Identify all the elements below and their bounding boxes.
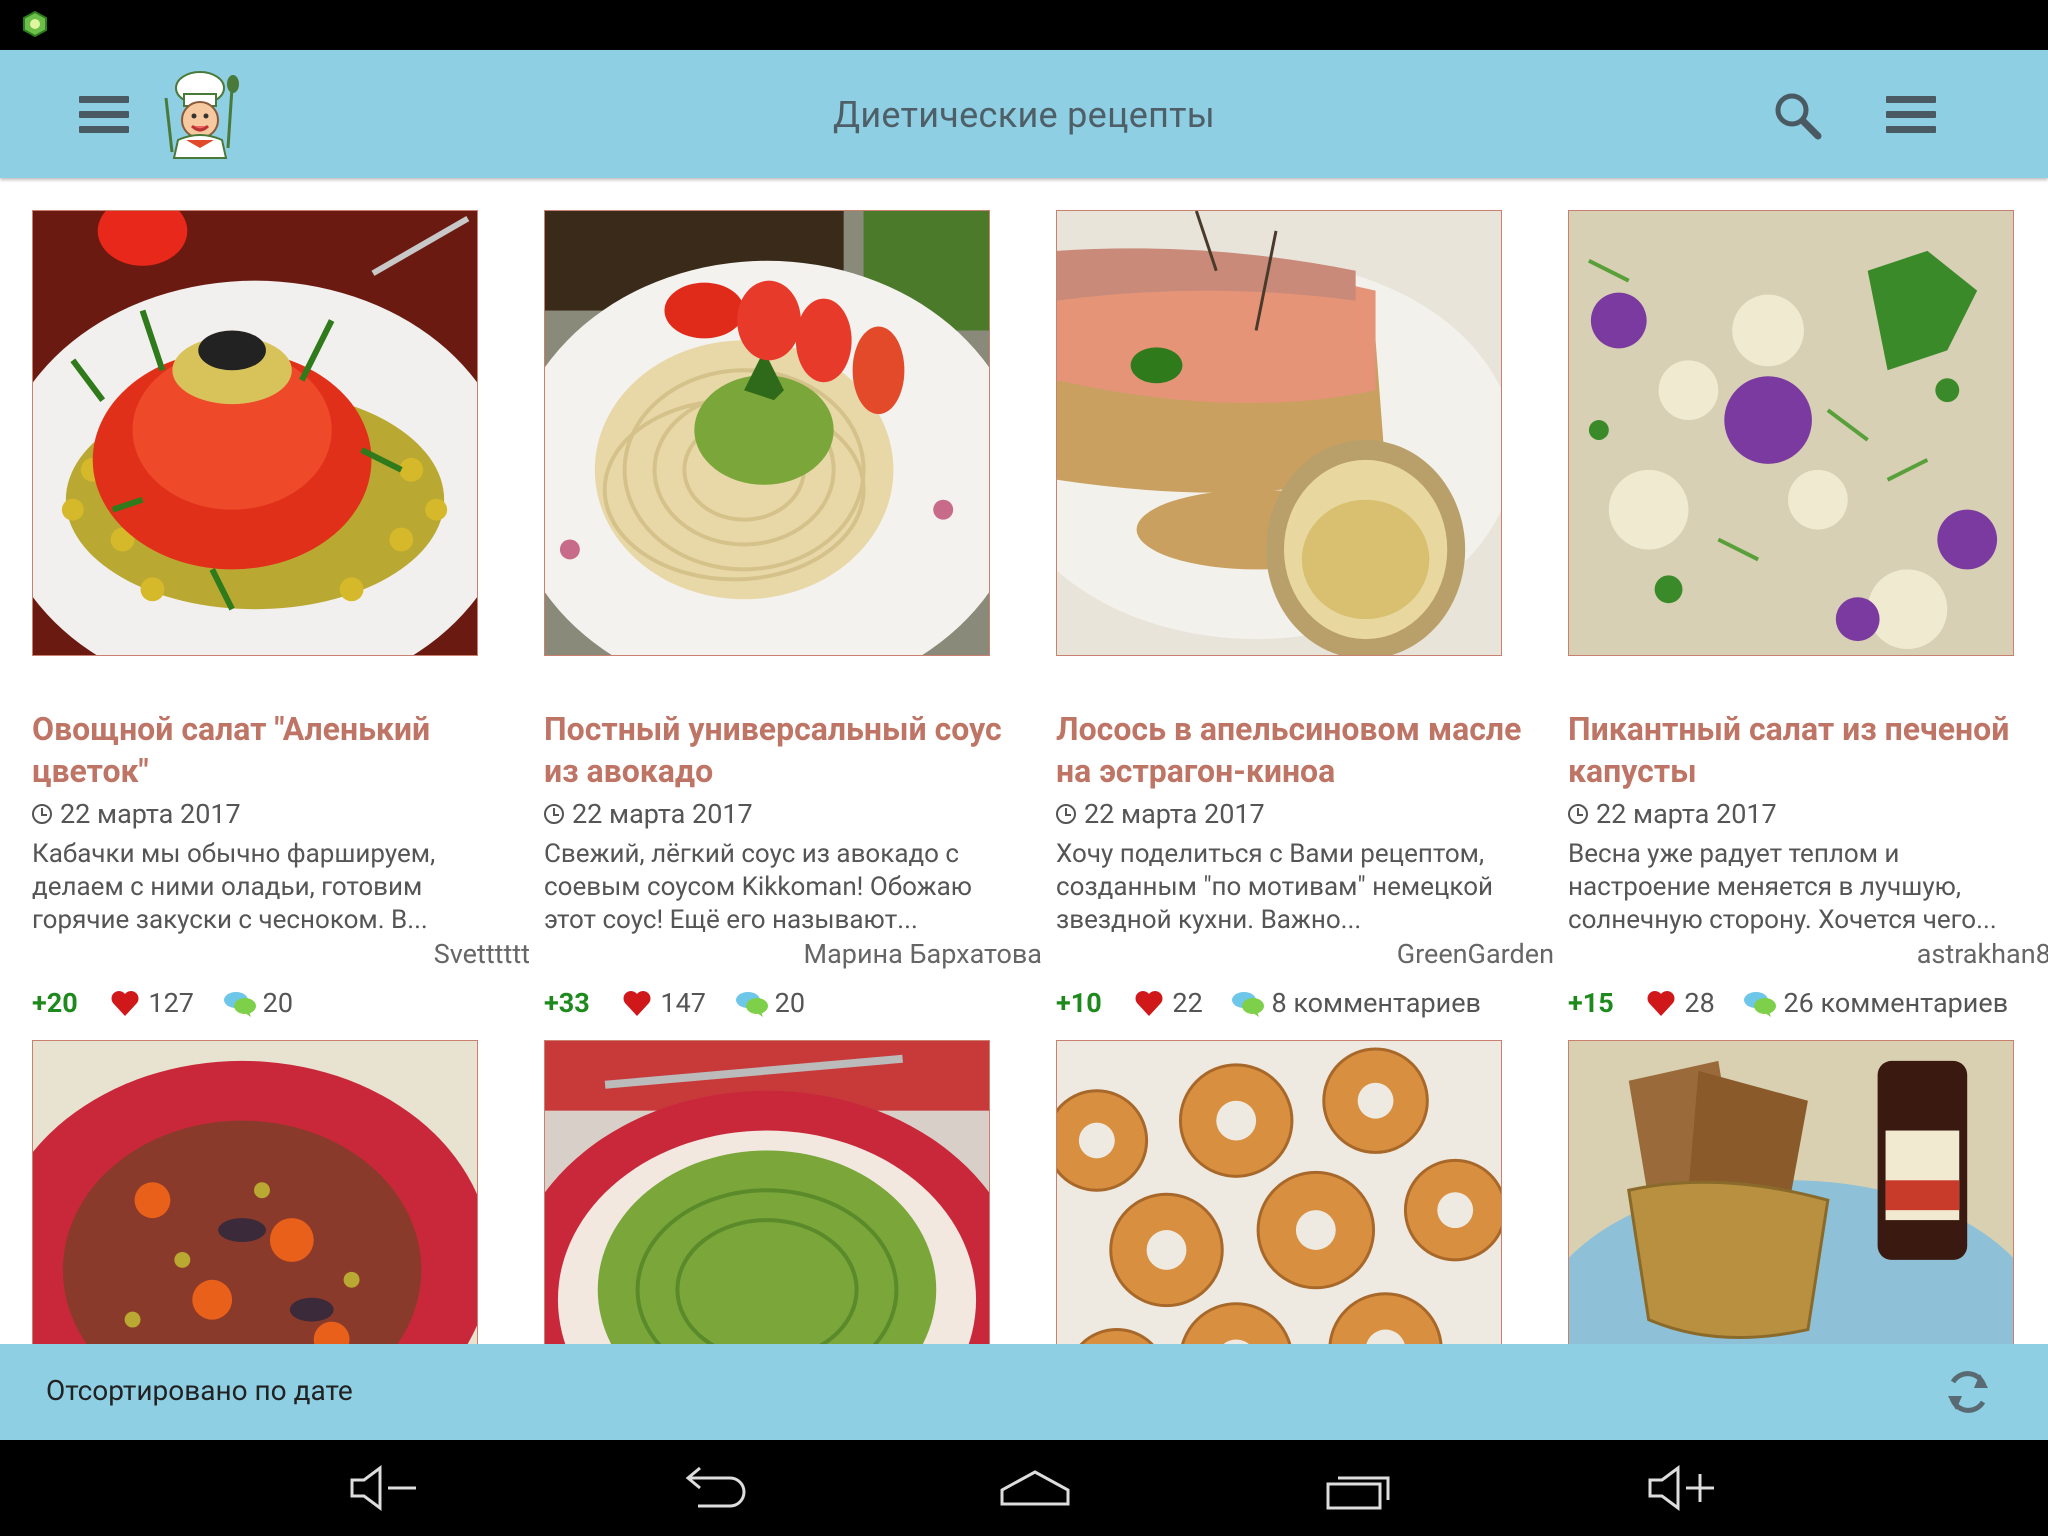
recipe-photo[interactable] <box>32 210 478 656</box>
recipe-date: 22 марта 2017 <box>544 798 753 830</box>
recipe-stats: +10 22 8 комментариев <box>1056 987 1481 1019</box>
volume-down-icon[interactable] <box>342 1460 432 1516</box>
recipe-stats: +20 127 20 <box>32 987 293 1019</box>
heart-icon[interactable] <box>1646 989 1676 1017</box>
heart-icon[interactable] <box>1134 989 1164 1017</box>
clock-icon <box>1056 804 1076 824</box>
recipe-author[interactable]: Марина Бархатова <box>804 938 1042 970</box>
comments-count: 8 комментариев <box>1271 987 1481 1019</box>
recipe-card[interactable]: Постный универсальный соус из авокадо 22… <box>544 210 1042 1040</box>
recipe-date: 22 марта 2017 <box>1056 798 1265 830</box>
status-bar <box>0 0 2048 50</box>
recipe-description: Весна уже радует теплом и настроение мен… <box>1568 839 1997 935</box>
recipe-card[interactable]: Овощной салат "Аленький цветок" 22 марта… <box>32 210 530 1040</box>
likes-count: 147 <box>660 987 706 1019</box>
action-bar: Диетические рецепты <box>0 50 2048 178</box>
recipe-score: +33 <box>544 987 590 1019</box>
recipe-author[interactable]: GreenGarden <box>1397 938 1554 970</box>
likes-count: 127 <box>148 987 194 1019</box>
recipe-photo[interactable] <box>544 1040 990 1344</box>
recipe-date: 22 марта 2017 <box>1568 798 1777 830</box>
recipe-score: +10 <box>1056 987 1102 1019</box>
clock-icon <box>32 804 52 824</box>
recipe-description: Хочу поделиться с Вами рецептом, созданн… <box>1056 839 1494 935</box>
home-icon[interactable] <box>990 1460 1080 1516</box>
comment-bubble-icon[interactable] <box>1743 989 1777 1017</box>
comments-count: 26 комментариев <box>1783 987 2009 1019</box>
refresh-icon[interactable] <box>1944 1366 1992 1418</box>
recipe-stats: +15 28 26 комментариев <box>1568 987 2008 1019</box>
comments-count: 20 <box>774 987 805 1019</box>
recipe-photo[interactable] <box>544 210 990 656</box>
heart-icon[interactable] <box>622 989 652 1017</box>
heart-icon[interactable] <box>110 989 140 1017</box>
recipe-title[interactable]: Постный универсальный соус из авокадо <box>544 708 1024 792</box>
recipe-photo[interactable] <box>32 1040 478 1344</box>
comment-bubble-icon[interactable] <box>1231 989 1265 1017</box>
recipe-photo[interactable] <box>1056 210 1502 656</box>
likes-count: 22 <box>1172 987 1203 1019</box>
page-title: Диетические рецепты <box>832 94 1216 136</box>
navigation-bar <box>0 1440 2048 1536</box>
recipe-photo[interactable] <box>1568 1040 2014 1344</box>
clock-icon <box>544 804 564 824</box>
recipe-score: +20 <box>32 987 78 1019</box>
recipe-author[interactable]: astrakhan81 <box>1917 938 2048 970</box>
comment-bubble-icon[interactable] <box>223 989 257 1017</box>
sort-bar: Отсортировано по дате <box>0 1344 2048 1440</box>
recipe-title[interactable]: Пикантный салат из печеной капусты <box>1568 708 2048 792</box>
recipe-stats: +33 147 20 <box>544 987 805 1019</box>
overflow-menu-icon[interactable] <box>1886 96 1936 133</box>
comment-bubble-icon[interactable] <box>735 989 769 1017</box>
volume-up-icon[interactable] <box>1640 1460 1730 1516</box>
recipe-grid: Овощной салат "Аленький цветок" 22 марта… <box>0 178 2048 1344</box>
recipe-photo[interactable] <box>1056 1040 1502 1344</box>
recipe-score: +15 <box>1568 987 1614 1019</box>
back-icon[interactable] <box>668 1460 758 1516</box>
clock-icon <box>1568 804 1588 824</box>
recipe-title[interactable]: Овощной салат "Аленький цветок" <box>32 708 512 792</box>
recipe-card[interactable]: Пикантный салат из печеной капусты 22 ма… <box>1568 210 2048 1040</box>
green-gem-icon <box>23 11 47 37</box>
comments-count: 20 <box>262 987 293 1019</box>
recipe-description: Свежий, лёгкий соус из авокадо с соевым … <box>544 839 972 935</box>
search-icon[interactable] <box>1772 90 1824 142</box>
recipe-title[interactable]: Лосось в апельсиновом масле на эстрагон-… <box>1056 708 1536 792</box>
recipe-date: 22 марта 2017 <box>32 798 241 830</box>
recent-apps-icon[interactable] <box>1318 1460 1408 1516</box>
recipe-photo[interactable] <box>1568 210 2014 656</box>
recipe-author[interactable]: Svetttttt <box>434 938 530 970</box>
recipe-description: Кабачки мы обычно фаршируем, делаем с ни… <box>32 839 436 935</box>
recipe-card[interactable]: Лосось в апельсиновом масле на эстрагон-… <box>1056 210 1554 1040</box>
sort-label[interactable]: Отсортировано по дате <box>46 1374 353 1407</box>
likes-count: 28 <box>1684 987 1715 1019</box>
